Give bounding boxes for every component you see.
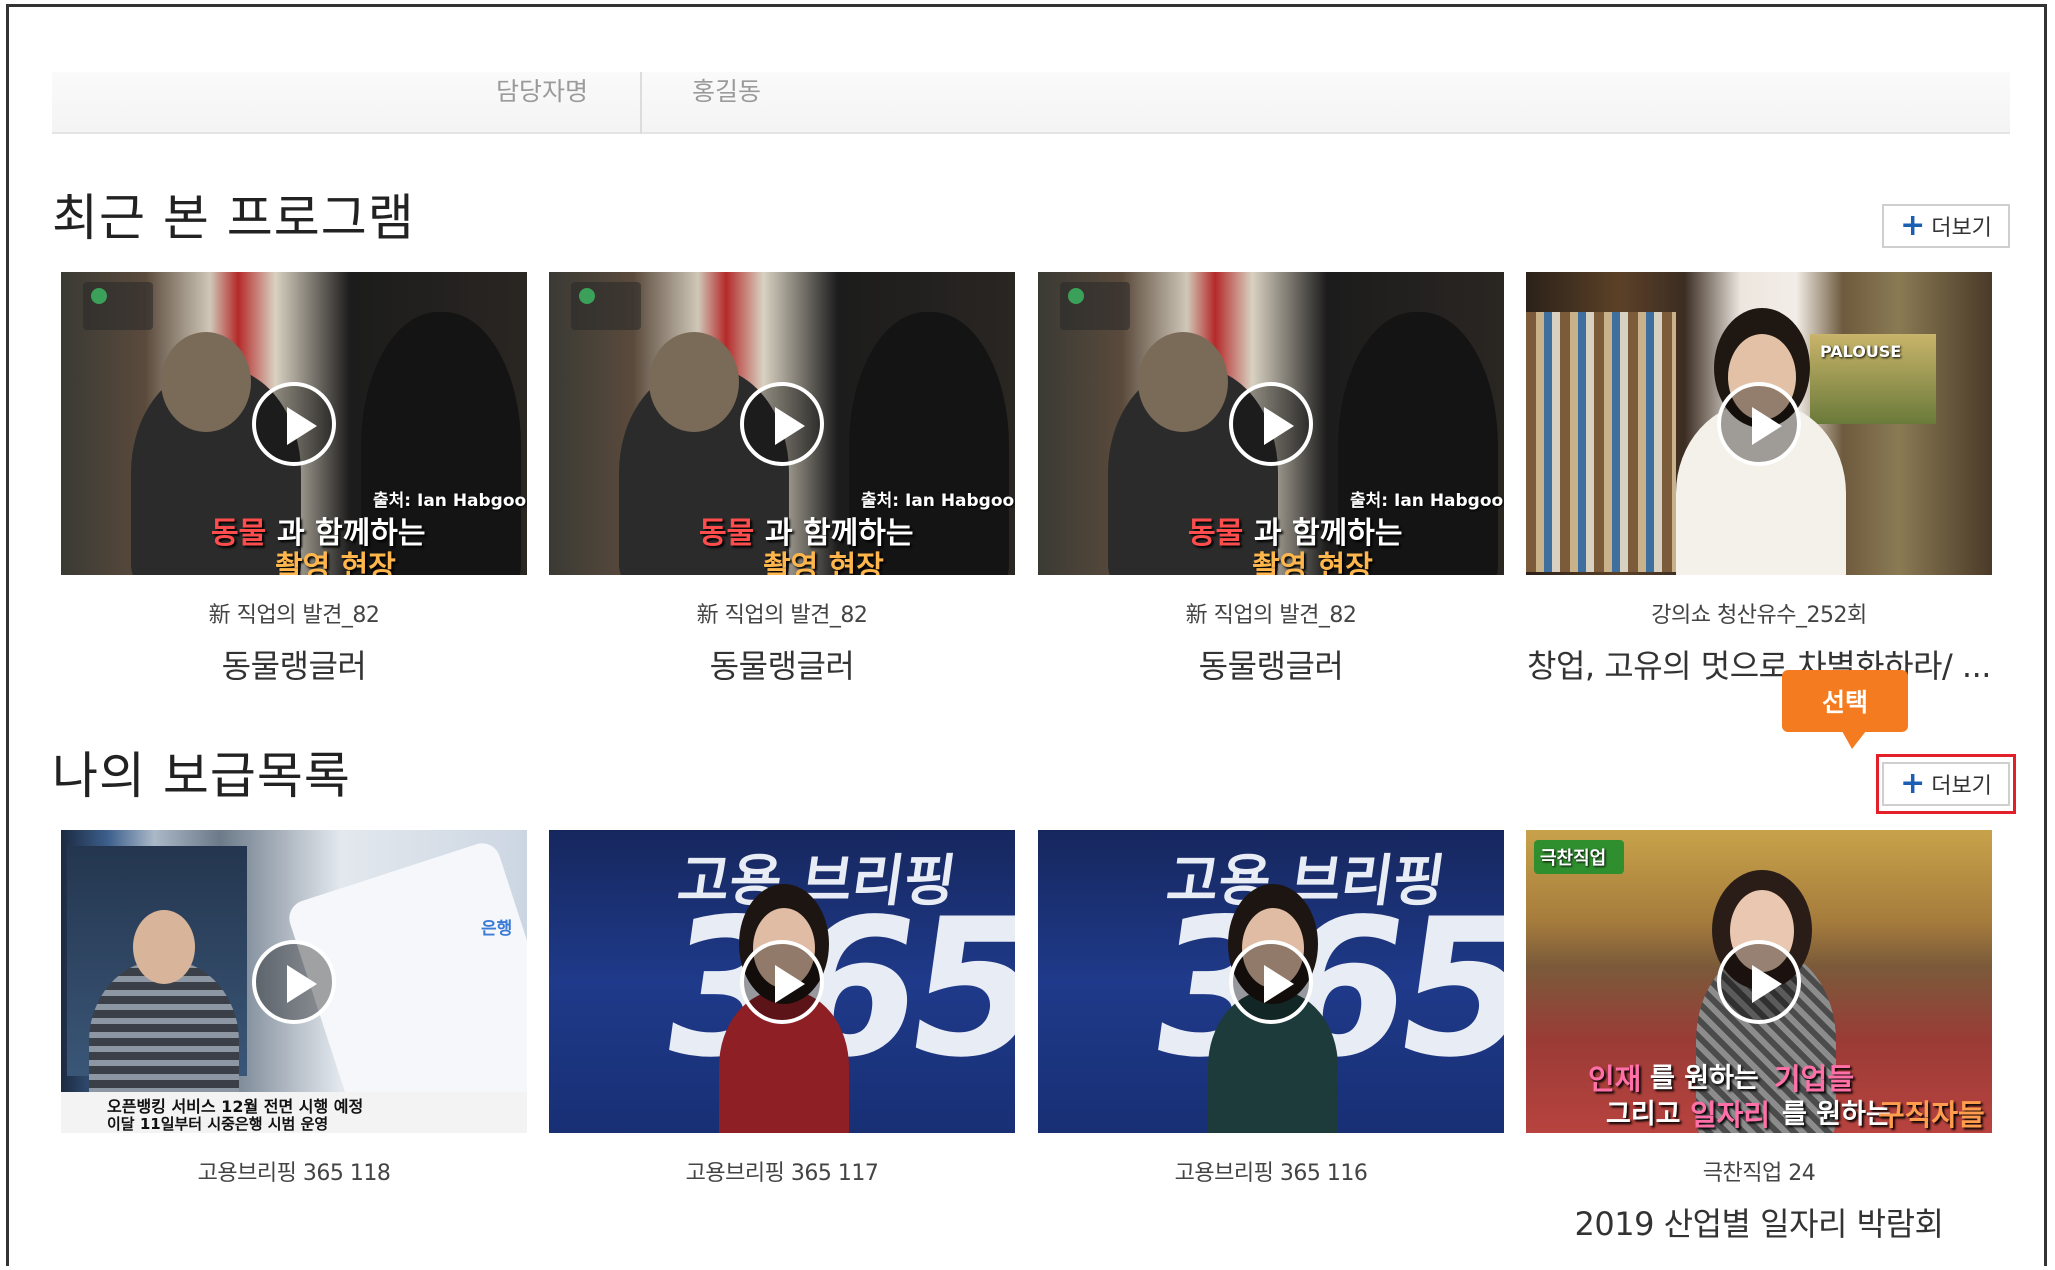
book-title: PALOUSE xyxy=(1820,342,1902,361)
card-subtitle: 고용브리핑 365 117 xyxy=(685,1161,879,1186)
caption-white: 를 원하는 xyxy=(1782,1099,1891,1130)
card-title[interactable]: 2019 산업별 일자리 박람회 xyxy=(1526,1199,1992,1245)
channel-logo xyxy=(571,282,641,330)
info-divider xyxy=(640,72,642,134)
caption-red: 동물 xyxy=(699,516,755,551)
card-subtitle: 고용브리핑 365 118 xyxy=(197,1161,391,1186)
caption-orange: 구직자들 xyxy=(1878,1098,1985,1132)
channel-logo xyxy=(1060,282,1130,330)
card-subtitle: 극찬직업 24 xyxy=(1702,1161,1816,1186)
play-icon[interactable] xyxy=(252,939,336,1024)
play-icon[interactable] xyxy=(1717,381,1801,466)
video-thumbnail[interactable]: PALOUSE xyxy=(1526,272,1992,575)
channel-logo xyxy=(83,282,153,330)
recent-card[interactable]: 출처: Ian Habgood 동물 과 함께하는 촬영 현장 新 직업의 발견… xyxy=(61,272,527,687)
manager-name-label: 담당자명 xyxy=(495,77,588,106)
caption-red: 동물 xyxy=(211,516,267,551)
recent-card[interactable]: PALOUSE 강의쇼 청산유수_252회 창업, 고유의 멋으로 차별화하라/… xyxy=(1526,272,1992,687)
manager-name-value: 홍길동 xyxy=(692,77,762,106)
video-thumbnail[interactable]: 고용 브리핑 365 xyxy=(549,830,1015,1133)
distribution-card[interactable]: 고용 브리핑 365 고용브리핑 365 117 xyxy=(549,830,1015,1199)
play-icon[interactable] xyxy=(1229,939,1313,1024)
video-thumbnail[interactable]: 은행 오픈뱅킹 서비스 12월 전면 시행 예정 이달 11일부터 시중은행 시… xyxy=(61,830,527,1133)
play-icon[interactable] xyxy=(740,381,824,466)
recent-card[interactable]: 출처: Ian Habgood 동물 과 함께하는 촬영 현장 新 직업의 발견… xyxy=(1038,272,1504,687)
caption-white: 그리고 xyxy=(1606,1099,1681,1130)
caption-pink: 일자리 xyxy=(1690,1098,1771,1132)
distribution-more-label: 더보기 xyxy=(1931,774,1992,799)
card-subtitle: 新 직업의 발견_82 xyxy=(1185,603,1357,628)
distribution-more-button[interactable]: + 더보기 xyxy=(1882,762,2010,806)
card-title[interactable]: 동물랭글러 xyxy=(549,641,1015,687)
distribution-card[interactable]: 은행 오픈뱅킹 서비스 12월 전면 시행 예정 이달 11일부터 시중은행 시… xyxy=(61,830,527,1199)
distribution-card[interactable]: 고용 브리핑 365 고용브리핑 365 116 xyxy=(1038,830,1504,1199)
play-icon[interactable] xyxy=(1717,939,1801,1024)
card-subtitle: 新 직업의 발견_82 xyxy=(208,603,380,628)
show-logo: 극찬직업 xyxy=(1540,848,1607,869)
video-thumbnail[interactable]: 출처: Ian Habgood 동물 과 함께하는 촬영 현장 xyxy=(61,272,527,575)
tooltip-tail xyxy=(1842,731,1866,749)
recent-more-button[interactable]: + 더보기 xyxy=(1882,204,2010,248)
video-thumbnail[interactable]: 출처: Ian Habgood 동물 과 함께하는 촬영 현장 xyxy=(549,272,1015,575)
video-thumbnail[interactable]: 고용 브리핑 365 xyxy=(1038,830,1504,1133)
card-title[interactable]: 동물랭글러 xyxy=(1038,641,1504,687)
panel-tag: 은행 xyxy=(481,919,513,939)
recent-programs-title: 최근 본 프로그램 xyxy=(52,189,415,247)
play-icon[interactable] xyxy=(740,939,824,1024)
card-subtitle: 강의쇼 청산유수_252회 xyxy=(1651,603,1867,628)
play-icon[interactable] xyxy=(252,381,336,466)
card-subtitle: 고용브리핑 365 116 xyxy=(1174,1161,1368,1186)
caption-orange: 촬영 현장 xyxy=(1252,550,1373,575)
caption-orange: 촬영 현장 xyxy=(275,550,396,575)
card-title[interactable]: 동물랭글러 xyxy=(61,641,527,687)
card-title[interactable]: 창업, 고유의 멋으로 차별화하라/ ... xyxy=(1526,641,1992,687)
plus-icon: + xyxy=(1900,208,1926,243)
card-subtitle: 新 직업의 발견_82 xyxy=(696,603,868,628)
caption-white: 를 원하는 xyxy=(1650,1063,1759,1094)
manager-info-row: 담당자명 홍길동 xyxy=(52,72,2010,134)
recent-card[interactable]: 출처: Ian Habgood 동물 과 함께하는 촬영 현장 新 직업의 발견… xyxy=(549,272,1015,687)
recent-more-label: 더보기 xyxy=(1931,216,1992,241)
distribution-card[interactable]: 극찬직업 인재 를 원하는 기업들 그리고 일자리 를 원하는 구직자들 극찬직… xyxy=(1526,830,1992,1245)
my-distribution-title: 나의 보급목록 xyxy=(52,747,351,805)
caption-red: 동물 xyxy=(1188,516,1244,551)
video-thumbnail[interactable]: 극찬직업 인재 를 원하는 기업들 그리고 일자리 를 원하는 구직자들 xyxy=(1526,830,1992,1133)
plus-icon: + xyxy=(1900,766,1926,801)
video-thumbnail[interactable]: 출처: Ian Habgood 동물 과 함께하는 촬영 현장 xyxy=(1038,272,1504,575)
select-tooltip: 선택 xyxy=(1782,670,1908,732)
ticker-line-2: 이달 11일부터 시중은행 시범 운영 xyxy=(107,1115,329,1133)
caption-orange: 촬영 현장 xyxy=(763,550,884,575)
play-icon[interactable] xyxy=(1229,381,1313,466)
